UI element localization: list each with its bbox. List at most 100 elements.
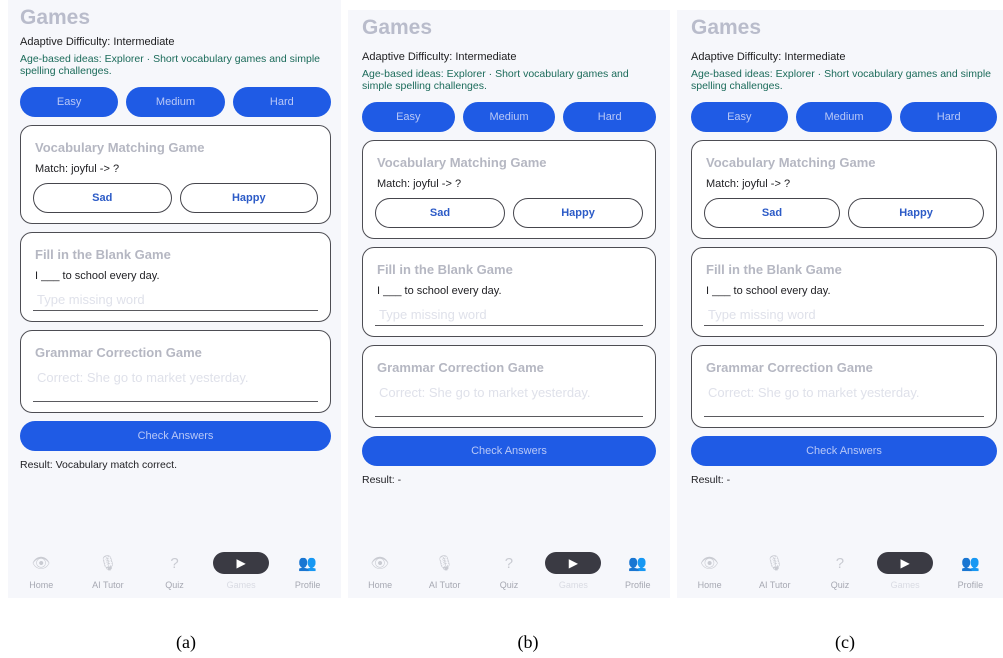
nav-home-label: Home xyxy=(368,580,393,590)
nav-quiz[interactable]: ? Quiz xyxy=(481,552,537,591)
check-answers-button[interactable]: Check Answers xyxy=(362,436,656,466)
difficulty-label: Adaptive Difficulty: Intermediate xyxy=(362,51,517,63)
page-title: Games xyxy=(362,16,433,39)
hard-button[interactable]: Hard xyxy=(563,102,657,132)
screen-a: Games Adaptive Difficulty: Intermediate … xyxy=(8,0,341,598)
grammar-correction-input[interactable]: Correct: She go to market yesterday. xyxy=(33,368,318,402)
nav-home-label: Home xyxy=(29,580,54,590)
vocabulary-card-title: Vocabulary Matching Game xyxy=(35,140,205,155)
nav-profile[interactable]: 👥 Profile xyxy=(942,552,998,590)
nav-games-label: Games xyxy=(890,580,920,590)
difficulty-selector: Easy Medium Hard xyxy=(20,87,331,117)
profile-icon: 👥 xyxy=(628,555,648,572)
option-sad-button[interactable]: Sad xyxy=(375,198,505,228)
missing-word-input[interactable]: Type missing word xyxy=(33,290,318,311)
easy-button[interactable]: Easy xyxy=(691,102,788,132)
screen-c: Games Adaptive Difficulty: Intermediate … xyxy=(677,10,1003,598)
eye-icon: 👁 xyxy=(370,555,390,572)
fill-blank-prompt: I ___ to school every day. xyxy=(35,270,160,282)
easy-button[interactable]: Easy xyxy=(362,102,455,132)
grammar-card-title: Grammar Correction Game xyxy=(35,345,202,360)
difficulty-selector: Easy Medium Hard xyxy=(362,102,657,132)
profile-icon: 👥 xyxy=(961,555,980,572)
vocabulary-prompt: Match: joyful -> ? xyxy=(377,178,462,190)
grammar-card: Grammar Correction Game Correct: She go … xyxy=(362,345,656,428)
easy-button[interactable]: Easy xyxy=(20,87,119,117)
nav-profile-label: Profile xyxy=(624,580,651,590)
age-ideas-text: Age-based ideas: Explorer · Short vocabu… xyxy=(362,68,629,92)
fill-blank-card: Fill in the Blank Game I ___ to school e… xyxy=(362,247,656,337)
check-answers-button[interactable]: Check Answers xyxy=(691,436,997,466)
fill-blank-prompt: I ___ to school every day. xyxy=(706,285,831,297)
profile-icon: 👥 xyxy=(298,555,318,572)
missing-word-input[interactable]: Type missing word xyxy=(375,305,643,326)
grammar-card-title: Grammar Correction Game xyxy=(706,360,873,375)
nav-games[interactable]: ▶ Games xyxy=(545,552,602,590)
nav-games-label: Games xyxy=(558,580,588,590)
microphone-icon: 🎙 xyxy=(765,555,785,572)
option-sad-button[interactable]: Sad xyxy=(704,198,840,228)
question-icon: ? xyxy=(170,554,179,572)
age-ideas-text: Age-based ideas: Explorer · Short vocabu… xyxy=(691,68,991,92)
difficulty-label: Adaptive Difficulty: Intermediate xyxy=(691,51,846,63)
bottom-navigation: 👁 Home 🎙 AI Tutor ? Quiz ▶ Games 👥 Profi… xyxy=(348,546,670,598)
question-icon: ? xyxy=(835,554,845,572)
grammar-correction-input[interactable]: Correct: She go to market yesterday. xyxy=(704,383,984,417)
nav-profile-label: Profile xyxy=(957,580,984,590)
question-icon: ? xyxy=(504,554,514,572)
screen-b: Games Adaptive Difficulty: Intermediate … xyxy=(348,10,670,598)
vocabulary-prompt: Match: joyful -> ? xyxy=(35,163,120,175)
play-icon: ▶ xyxy=(213,552,270,574)
option-happy-button[interactable]: Happy xyxy=(513,198,643,228)
grammar-card: Grammar Correction Game Correct: She go … xyxy=(691,345,997,428)
hard-button[interactable]: Hard xyxy=(900,102,998,132)
nav-quiz-label: Quiz xyxy=(165,580,184,590)
nav-games[interactable]: ▶ Games xyxy=(877,552,934,590)
nav-quiz-label: Quiz xyxy=(499,580,519,590)
play-icon: ▶ xyxy=(877,552,934,574)
page-title: Games xyxy=(20,6,91,29)
grammar-card-title: Grammar Correction Game xyxy=(377,360,544,375)
nav-profile[interactable]: 👥 Profile xyxy=(610,552,666,590)
option-sad-button[interactable]: Sad xyxy=(33,183,172,213)
nav-profile[interactable]: 👥 Profile xyxy=(280,552,336,590)
missing-word-input[interactable]: Type missing word xyxy=(704,305,984,326)
nav-ai-tutor[interactable]: 🎙 AI Tutor xyxy=(80,552,136,590)
nav-ai-tutor[interactable]: 🎙 AI Tutor xyxy=(747,552,803,590)
difficulty-label: Adaptive Difficulty: Intermediate xyxy=(20,36,175,48)
nav-home[interactable]: 👁 Home xyxy=(682,552,738,590)
age-ideas-text: Age-based ideas: Explorer · Short vocabu… xyxy=(20,53,320,77)
nav-quiz-label: Quiz xyxy=(830,580,850,590)
grammar-correction-input[interactable]: Correct: She go to market yesterday. xyxy=(375,383,643,417)
hard-button[interactable]: Hard xyxy=(232,87,331,117)
result-text: Result: - xyxy=(691,474,731,486)
vocabulary-card-title: Vocabulary Matching Game xyxy=(706,155,876,170)
nav-quiz[interactable]: ? Quiz xyxy=(812,552,868,591)
nav-profile-label: Profile xyxy=(294,580,321,590)
fill-blank-card-title: Fill in the Blank Game xyxy=(377,262,513,277)
medium-button[interactable]: Medium xyxy=(462,102,556,132)
nav-home[interactable]: 👁 Home xyxy=(13,552,69,590)
vocabulary-card: Vocabulary Matching Game Match: joyful -… xyxy=(20,125,331,224)
option-happy-button[interactable]: Happy xyxy=(848,198,984,228)
eye-icon: 👁 xyxy=(31,555,51,572)
nav-ai-tutor[interactable]: 🎙 AI Tutor xyxy=(417,552,473,590)
caption-c: (c) xyxy=(835,632,855,652)
play-icon: ▶ xyxy=(545,552,602,574)
medium-button[interactable]: Medium xyxy=(795,102,893,132)
eye-icon: 👁 xyxy=(700,555,720,572)
difficulty-selector: Easy Medium Hard xyxy=(691,102,998,132)
nav-games-label: Games xyxy=(226,580,256,590)
caption-b: (b) xyxy=(517,632,539,652)
medium-button[interactable]: Medium xyxy=(126,87,225,117)
nav-ai-tutor-label: AI Tutor xyxy=(428,580,461,590)
grammar-card: Grammar Correction Game Correct: She go … xyxy=(20,330,331,413)
vocabulary-card: Vocabulary Matching Game Match: joyful -… xyxy=(691,140,997,239)
vocabulary-prompt: Match: joyful -> ? xyxy=(706,178,791,190)
nav-home[interactable]: 👁 Home xyxy=(352,552,408,590)
check-answers-button[interactable]: Check Answers xyxy=(20,421,331,451)
nav-quiz[interactable]: ? Quiz xyxy=(146,552,202,591)
option-happy-button[interactable]: Happy xyxy=(179,183,318,213)
microphone-icon: 🎙 xyxy=(98,555,118,572)
nav-games[interactable]: ▶ Games xyxy=(213,552,270,590)
